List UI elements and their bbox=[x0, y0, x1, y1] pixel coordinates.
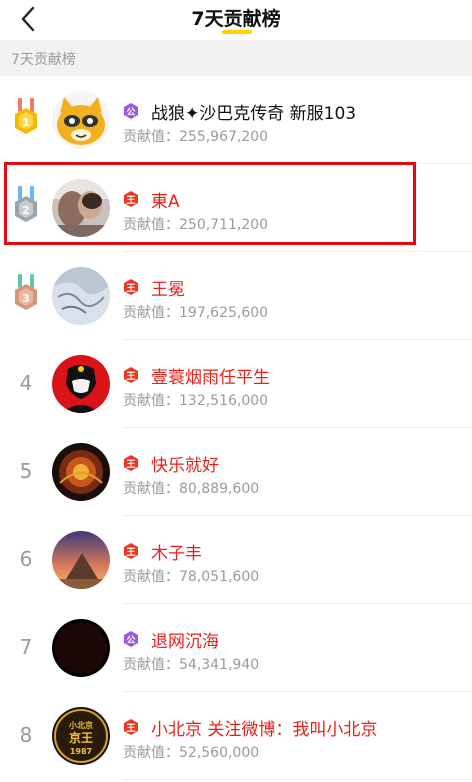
divider bbox=[123, 779, 472, 780]
contribution: 贡献值：78,051,600 bbox=[123, 569, 260, 585]
svg-text:王: 王 bbox=[126, 195, 135, 206]
top-bar: 7天贡献榜 bbox=[0, 0, 472, 38]
contribution: 贡献值：52,560,000 bbox=[123, 745, 260, 761]
contribution: 贡献值：255,967,200 bbox=[123, 129, 269, 145]
rank-number: 8 bbox=[19, 723, 33, 747]
page-title: 7天贡献榜 bbox=[191, 8, 281, 30]
bronze-medal-icon: 3 bbox=[15, 274, 37, 310]
contribution: 贡献值：197,625,600 bbox=[123, 305, 269, 321]
user-name[interactable]: 战狼✦沙巴克传奇 新服103 bbox=[151, 99, 356, 124]
user-name[interactable]: 木子丰 bbox=[151, 539, 202, 564]
ranking-row-8[interactable]: 8 小北京 京王 1987 王 小北京 关注微博：我叫小北京 贡献值：52,56… bbox=[0, 692, 472, 780]
silver-medal-icon: 2 bbox=[15, 186, 37, 222]
contribution: 贡献值：132,516,000 bbox=[123, 393, 269, 409]
ranking-row-4[interactable]: 4 王 壹蓑烟雨任平生 贡献值：132,516,000 bbox=[0, 340, 472, 428]
svg-text:1: 1 bbox=[22, 116, 30, 129]
svg-text:3: 3 bbox=[22, 292, 30, 305]
svg-text:王: 王 bbox=[126, 723, 135, 734]
svg-text:王: 王 bbox=[126, 547, 135, 558]
svg-text:公: 公 bbox=[126, 635, 135, 646]
user-name[interactable]: 小北京 关注微博：我叫小北京 bbox=[151, 715, 377, 740]
avatar[interactable] bbox=[52, 619, 110, 677]
avatar[interactable] bbox=[52, 443, 110, 501]
ranking-row-7[interactable]: 7 公 退网沉海 贡献值：54,341,940 bbox=[0, 604, 472, 692]
title-underline bbox=[222, 30, 252, 34]
svg-text:王: 王 bbox=[126, 459, 135, 470]
svg-text:公: 公 bbox=[126, 107, 135, 118]
ranking-row-3[interactable]: 3 王 王冕 贡献值：197,625,600 bbox=[0, 252, 472, 340]
avatar[interactable] bbox=[52, 531, 110, 589]
avatar[interactable] bbox=[52, 91, 110, 149]
ranking-row-1[interactable]: 1 公 战狼✦沙巴克传奇 新服103 贡献值：255,967,200 bbox=[0, 76, 472, 164]
avatar[interactable]: 小北京 京王 1987 bbox=[52, 707, 110, 765]
svg-text:京王: 京王 bbox=[69, 730, 93, 745]
avatar[interactable] bbox=[52, 267, 110, 325]
badge-wang-icon: 王 bbox=[123, 191, 139, 207]
gold-medal-icon: 1 bbox=[15, 98, 37, 134]
badge-wang-icon: 王 bbox=[123, 455, 139, 471]
user-name[interactable]: 東A bbox=[151, 187, 180, 212]
svg-text:王: 王 bbox=[126, 283, 135, 294]
contribution: 贡献值：54,341,940 bbox=[123, 657, 260, 673]
ranking-row-5[interactable]: 5 王 快乐就好 贡献值：80,889,600 bbox=[0, 428, 472, 516]
ranking-row-2[interactable]: 2 王 東A 贡献值：250,711,200 bbox=[0, 164, 472, 252]
user-name[interactable]: 壹蓑烟雨任平生 bbox=[151, 363, 270, 388]
rank-number: 5 bbox=[19, 459, 33, 483]
badge-wang-icon: 王 bbox=[123, 719, 139, 735]
badge-wang-icon: 王 bbox=[123, 279, 139, 295]
rank-number: 6 bbox=[19, 547, 33, 571]
ranking-row-6[interactable]: 6 王 木子丰 贡献值：78,051,600 bbox=[0, 516, 472, 604]
contribution: 贡献值：250,711,200 bbox=[123, 217, 269, 233]
badge-gong-icon: 公 bbox=[123, 103, 139, 119]
section-label: 7天贡献榜 bbox=[11, 52, 76, 68]
avatar[interactable] bbox=[52, 355, 110, 413]
svg-text:2: 2 bbox=[22, 204, 30, 217]
svg-text:1987: 1987 bbox=[70, 747, 92, 756]
user-name[interactable]: 退网沉海 bbox=[151, 627, 219, 652]
section-header: 7天贡献榜 bbox=[0, 40, 472, 76]
badge-gong-icon: 公 bbox=[123, 631, 139, 647]
badge-wang-icon: 王 bbox=[123, 367, 139, 383]
contribution: 贡献值：80,889,600 bbox=[123, 481, 260, 497]
svg-text:王: 王 bbox=[126, 371, 135, 382]
rank-number: 4 bbox=[19, 371, 33, 395]
user-name[interactable]: 快乐就好 bbox=[151, 451, 219, 476]
user-name[interactable]: 王冕 bbox=[151, 275, 185, 300]
avatar[interactable] bbox=[52, 179, 110, 237]
badge-wang-icon: 王 bbox=[123, 543, 139, 559]
rank-number: 7 bbox=[19, 635, 33, 659]
svg-text:小北京: 小北京 bbox=[68, 720, 93, 730]
